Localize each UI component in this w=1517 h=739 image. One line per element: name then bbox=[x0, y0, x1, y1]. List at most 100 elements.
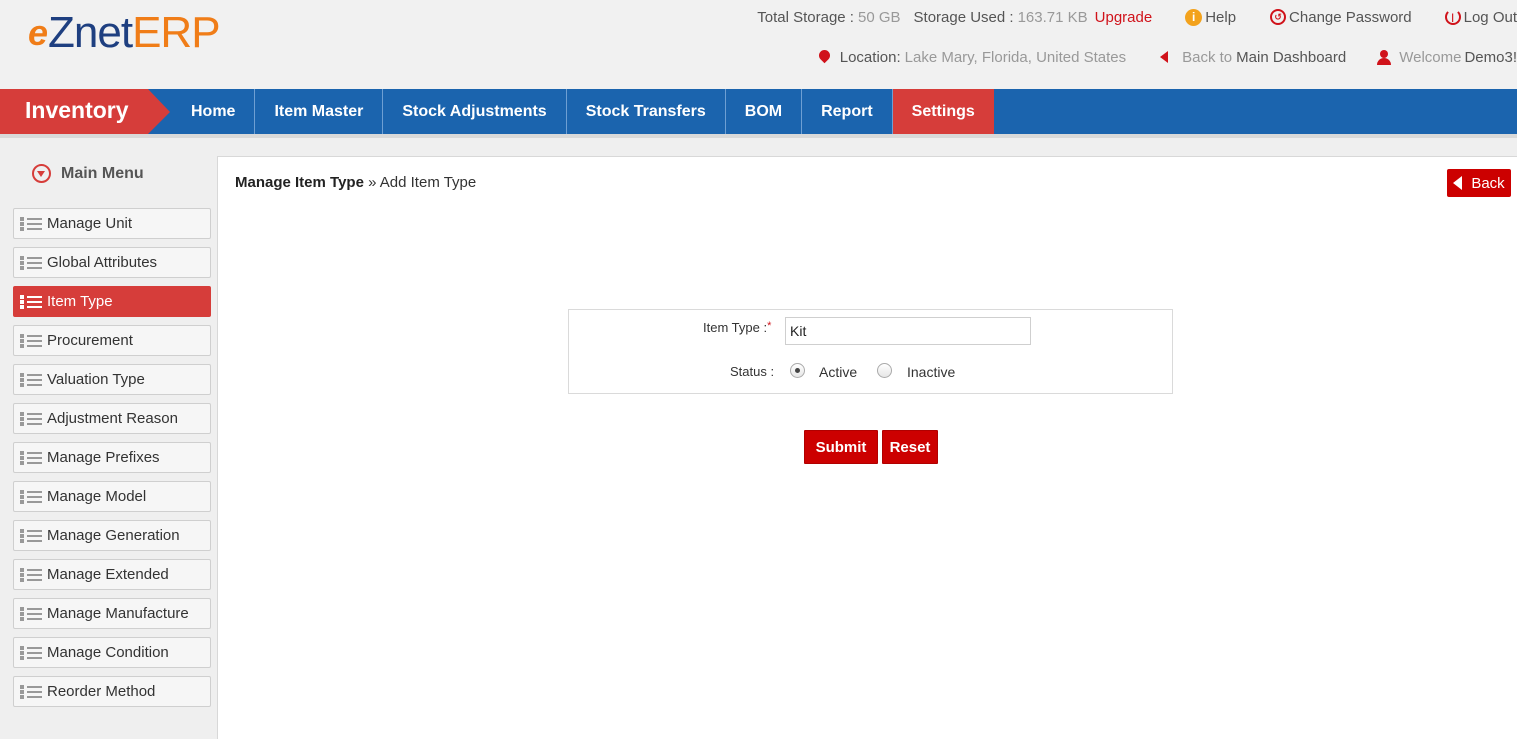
location-pin-icon bbox=[816, 47, 833, 63]
upgrade-link[interactable]: Upgrade bbox=[1095, 9, 1153, 26]
sidebar-item-label: Reorder Method bbox=[47, 683, 156, 700]
sidebar-item-label: Procurement bbox=[47, 332, 133, 349]
main-menu-label: Main Menu bbox=[61, 164, 144, 182]
main-dashboard-label: Main Dashboard bbox=[1236, 48, 1347, 66]
list-icon bbox=[20, 489, 42, 504]
list-icon bbox=[20, 372, 42, 387]
list-icon bbox=[20, 684, 42, 699]
content-panel: Manage Item Type » Add Item Type Back It… bbox=[217, 156, 1517, 739]
sidebar-item-manage-generation[interactable]: Manage Generation bbox=[13, 520, 211, 551]
storage-used-label: Storage Used : bbox=[913, 8, 1014, 26]
list-icon bbox=[20, 567, 42, 582]
item-type-input[interactable] bbox=[785, 317, 1031, 345]
change-password-link[interactable]: ↺ Change Password bbox=[1270, 9, 1412, 26]
list-icon bbox=[20, 606, 42, 621]
sidebar-item-label: Manage Unit bbox=[47, 215, 133, 232]
add-item-type-form: Item Type :* Status : Active Inactive bbox=[568, 309, 1173, 394]
sidebar-item-valuation-type[interactable]: Valuation Type bbox=[13, 364, 211, 395]
help-label: Help bbox=[1205, 8, 1237, 26]
back-to-label: Back to bbox=[1182, 48, 1233, 66]
back-button[interactable]: Back bbox=[1447, 169, 1511, 197]
sidebar-item-reorder-method[interactable]: Reorder Method bbox=[13, 676, 211, 707]
sidebar-item-manage-unit[interactable]: Manage Unit bbox=[13, 208, 211, 239]
storage-used-value: 163.71 KB bbox=[1017, 8, 1088, 26]
username: Demo3! bbox=[1464, 48, 1517, 66]
sidebar-item-label: Manage Manufacture bbox=[47, 605, 189, 622]
nav-report[interactable]: Report bbox=[802, 89, 893, 134]
user-icon bbox=[1377, 49, 1392, 65]
welcome-label: Welcome bbox=[1399, 48, 1462, 66]
nav-tabs: Home Item Master Stock Adjustments Stock… bbox=[171, 89, 994, 134]
sidebar-item-manage-extended[interactable]: Manage Extended bbox=[13, 559, 211, 590]
sidebar-item-label: Item Type bbox=[47, 293, 113, 310]
location-label: Location: bbox=[839, 48, 901, 66]
total-storage-label: Total Storage : bbox=[757, 8, 854, 26]
info-icon: i bbox=[1185, 8, 1203, 26]
required-asterisk: * bbox=[767, 320, 772, 332]
status-inactive-radio[interactable] bbox=[877, 363, 892, 378]
back-to-dashboard-link[interactable]: Back to Main Dashboard bbox=[1160, 49, 1346, 66]
list-icon bbox=[20, 528, 42, 543]
breadcrumb: Manage Item Type » Add Item Type bbox=[235, 174, 476, 191]
navbar-shadow bbox=[0, 134, 1517, 138]
logo-erp: ERP bbox=[132, 8, 220, 57]
nav-bom[interactable]: BOM bbox=[726, 89, 803, 134]
reset-button[interactable]: Reset bbox=[882, 430, 938, 464]
sidebar-item-manage-manufacture[interactable]: Manage Manufacture bbox=[13, 598, 211, 629]
sidebar-item-manage-model[interactable]: Manage Model bbox=[13, 481, 211, 512]
list-icon bbox=[20, 216, 42, 231]
sidebar-item-label: Manage Model bbox=[47, 488, 147, 505]
module-title: Inventory bbox=[0, 89, 170, 134]
logout-label: Log Out bbox=[1463, 8, 1517, 26]
storage-toolbar: Total Storage : 50 GB Storage Used : 163… bbox=[757, 6, 1517, 28]
nav-settings[interactable]: Settings bbox=[892, 89, 994, 134]
password-reset-icon: ↺ bbox=[1270, 9, 1287, 25]
sidebar-item-adjustment-reason[interactable]: Adjustment Reason bbox=[13, 403, 211, 434]
status-label: Status : bbox=[730, 364, 775, 379]
sidebar-item-label: Valuation Type bbox=[47, 371, 145, 388]
breadcrumb-separator: » bbox=[363, 174, 380, 191]
location-value: Lake Mary, Florida, United States bbox=[904, 48, 1127, 66]
location-toolbar: Location: Lake Mary, Florida, United Sta… bbox=[816, 46, 1517, 68]
power-icon: | bbox=[1444, 9, 1461, 25]
caret-left-icon bbox=[1160, 51, 1169, 63]
sidebar-item-label: Manage Generation bbox=[47, 527, 180, 544]
sidebar-item-manage-condition[interactable]: Manage Condition bbox=[13, 637, 211, 668]
sidebar-item-global-attributes[interactable]: Global Attributes bbox=[13, 247, 211, 278]
back-button-label: Back bbox=[1471, 174, 1505, 192]
breadcrumb-current: Add Item Type bbox=[379, 174, 477, 191]
sidebar-item-procurement[interactable]: Procurement bbox=[13, 325, 211, 356]
logo-znet: Znet bbox=[48, 8, 133, 57]
sidebar-item-label: Manage Prefixes bbox=[47, 449, 160, 466]
status-active-label[interactable]: Active bbox=[819, 364, 857, 380]
nav-home[interactable]: Home bbox=[171, 89, 256, 134]
nav-item-master[interactable]: Item Master bbox=[255, 89, 384, 134]
status-inactive-label[interactable]: Inactive bbox=[907, 364, 955, 380]
change-password-label: Change Password bbox=[1289, 8, 1412, 26]
help-link[interactable]: i Help bbox=[1185, 8, 1237, 26]
breadcrumb-parent[interactable]: Manage Item Type bbox=[235, 174, 364, 191]
status-active-radio[interactable] bbox=[790, 363, 805, 378]
item-type-label: Item Type :* bbox=[703, 320, 772, 335]
main-menu-toggle[interactable]: Main Menu bbox=[32, 164, 144, 183]
submit-button[interactable]: Submit bbox=[804, 430, 878, 464]
sidebar-item-manage-prefixes[interactable]: Manage Prefixes bbox=[13, 442, 211, 473]
nav-stock-adjustments[interactable]: Stock Adjustments bbox=[383, 89, 567, 134]
main-navbar: Inventory Home Item Master Stock Adjustm… bbox=[0, 89, 1517, 134]
chevron-down-circle-icon bbox=[32, 164, 51, 183]
list-icon bbox=[20, 333, 42, 348]
logo-e: e bbox=[28, 12, 48, 53]
caret-left-icon bbox=[1453, 176, 1463, 190]
sidebar-item-item-type[interactable]: Item Type bbox=[13, 286, 211, 317]
total-storage-value: 50 GB bbox=[857, 8, 901, 26]
logout-link[interactable]: | Log Out bbox=[1444, 8, 1517, 26]
list-icon bbox=[20, 294, 42, 309]
sidebar-item-label: Manage Condition bbox=[47, 644, 169, 661]
list-icon bbox=[20, 645, 42, 660]
sidebar-item-label: Global Attributes bbox=[47, 254, 158, 271]
list-icon bbox=[20, 450, 42, 465]
nav-stock-transfers[interactable]: Stock Transfers bbox=[567, 89, 726, 134]
list-icon bbox=[20, 255, 42, 270]
znet-erp-logo[interactable]: e Znet ERP bbox=[28, 8, 221, 58]
sidebar-item-label: Adjustment Reason bbox=[47, 410, 178, 427]
